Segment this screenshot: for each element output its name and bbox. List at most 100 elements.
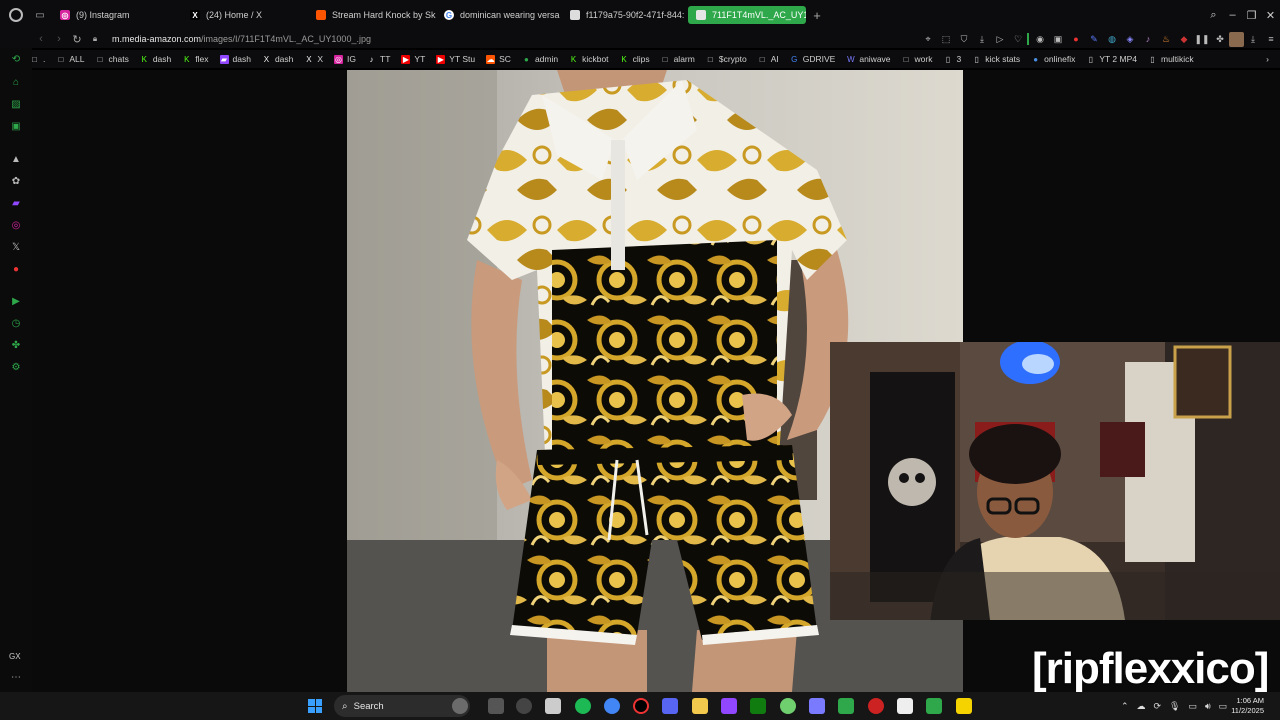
chatgpt-icon[interactable]: ✿ <box>9 174 23 188</box>
bookmark-dash[interactable]: Xdash <box>262 54 294 64</box>
twitch-icon[interactable]: ▰ <box>9 196 23 210</box>
play-icon[interactable]: ▷ <box>991 34 1009 45</box>
windows-start-icon[interactable] <box>308 699 322 713</box>
bookmark-yt-2-mp4[interactable]: ▯ YT 2 MP4 <box>1086 54 1137 64</box>
bookmark-sc[interactable]: ☁ SC <box>486 54 511 64</box>
bookmark-ai[interactable]: □ AI <box>758 54 779 64</box>
sync-icon[interactable]: ⟳ <box>1154 701 1162 712</box>
bookmark-ig[interactable]: ◎ IG <box>334 54 356 64</box>
tab-menu-icon[interactable]: ▭ <box>32 0 48 30</box>
microphone-icon[interactable]: 🎙︎ <box>1169 701 1180 712</box>
bookmark-onlinefix[interactable]: ● onlinefix <box>1031 54 1075 64</box>
bookmark-yt-stu[interactable]: ▶ YT Stu <box>436 54 475 64</box>
snapshot-icon[interactable]: ⬚ <box>937 34 955 45</box>
bookmark-work[interactable]: □ work <box>902 54 933 64</box>
clock[interactable]: 1:06 AM 11/2/2025 <box>1231 696 1264 716</box>
aria-icon[interactable]: ▲ <box>9 152 23 166</box>
history-icon[interactable]: ◷ <box>9 316 23 330</box>
restore-icon[interactable]: ❐ <box>1242 9 1261 22</box>
bookmark-tt[interactable]: ♪ TT <box>367 54 391 64</box>
bookmark-all[interactable]: □ ALL <box>56 54 84 64</box>
tab-page[interactable]: f1179a75-90f2-471f-844: <box>562 0 688 30</box>
profile-avatar[interactable] <box>1229 31 1244 47</box>
bookmark-3[interactable]: ▯ 3 <box>943 54 961 64</box>
extension-2-icon[interactable]: ▣ <box>1049 34 1067 45</box>
heart-icon[interactable]: ♡ <box>1009 34 1027 45</box>
bookmark-aniwave[interactable]: Waniwave <box>846 54 890 64</box>
opera-gx-logo-icon[interactable] <box>0 0 32 30</box>
bookmarks-overflow-icon[interactable]: › <box>1266 54 1269 64</box>
settings-icon[interactable]: ⚙ <box>9 360 23 374</box>
tab-x-home[interactable]: X (24) Home / X <box>182 0 308 30</box>
bookmark-multikick[interactable]: ▯ multikick <box>1148 54 1193 64</box>
bookmark-yt[interactable]: ▶ YT <box>401 54 425 64</box>
steam-icon[interactable] <box>516 698 532 714</box>
bookmark-admin[interactable]: ● admin <box>522 54 558 64</box>
tab-google-search[interactable]: G dominican wearing versa <box>436 0 562 30</box>
bookmark-kickbot[interactable]: Kkickbot <box>569 54 609 64</box>
more-icon[interactable]: ⋯ <box>9 670 23 684</box>
capcut-icon[interactable] <box>897 698 913 714</box>
tab-image-active[interactable]: 711F1T4mVL._AC_UY100 <box>688 6 806 24</box>
shield-icon[interactable]: ⛉ <box>955 34 973 45</box>
app-icon[interactable] <box>545 698 561 714</box>
gx-label[interactable]: GX <box>9 652 21 661</box>
instagram-icon[interactable]: ◎ <box>9 218 23 232</box>
extension-1-icon[interactable]: ◉ <box>1031 34 1049 45</box>
extension-8-icon[interactable]: ♨ <box>1157 34 1175 45</box>
bookmark-dot[interactable]: □. <box>30 54 45 64</box>
new-tab-button[interactable]: + <box>810 8 824 23</box>
spotify-icon[interactable] <box>575 698 591 714</box>
extension-4-icon[interactable]: ✎ <box>1085 34 1103 45</box>
xbox-icon[interactable] <box>750 698 766 714</box>
spreadsheet-icon[interactable] <box>838 698 854 714</box>
music-icon[interactable]: ▣ <box>9 119 23 133</box>
taskbar-search[interactable]: ⌕ Search <box>334 695 470 717</box>
x-icon[interactable]: 𝕏 <box>9 240 23 254</box>
cleaner-icon[interactable]: ▨ <box>9 97 23 111</box>
bookmark-clips[interactable]: Kclips <box>620 54 649 64</box>
discord-icon[interactable] <box>662 698 678 714</box>
forward-icon[interactable]: › <box>50 33 68 45</box>
url-field[interactable]: m.media-amazon.com/images/I/711F1T4mVL._… <box>112 34 371 44</box>
extension-7-icon[interactable]: ♪ <box>1139 34 1157 44</box>
obs-icon[interactable] <box>868 698 884 714</box>
pin-icon[interactable]: ⌖ <box>919 34 937 45</box>
bookmark-alarm[interactable]: □ alarm <box>661 54 695 64</box>
task-view-icon[interactable] <box>488 698 504 714</box>
twitch-app-icon[interactable] <box>721 698 737 714</box>
bookmark-kick-stats[interactable]: ▯ kick stats <box>972 54 1021 64</box>
extension-3-icon[interactable]: ● <box>1067 34 1085 44</box>
tray-chevron-icon[interactable]: ⌃ <box>1121 701 1129 712</box>
reload-icon[interactable]: ↻ <box>68 33 86 46</box>
volume-icon[interactable]: 🔊︎ <box>1205 701 1211 712</box>
gx-corner-icon[interactable]: ⌂ <box>9 75 23 89</box>
bookmark-gdrive[interactable]: G GDRIVE <box>790 54 835 64</box>
battery-icon[interactable]: ▭ <box>1219 701 1228 712</box>
close-icon[interactable]: ✕ <box>1261 9 1280 22</box>
onedrive-icon[interactable]: ☁ <box>1137 701 1146 712</box>
extension-9-icon[interactable]: ◆ <box>1175 34 1193 45</box>
display-icon[interactable]: ▭ <box>1188 701 1197 712</box>
bookmark-dash[interactable]: ▰ dash <box>219 54 251 64</box>
pause-icon[interactable]: ❚❚ <box>1193 34 1211 45</box>
green-app-icon[interactable] <box>780 698 796 714</box>
extensions-icon[interactable]: ✤ <box>9 338 23 352</box>
bookmark-flex[interactable]: Kflex <box>182 54 208 64</box>
downloads-icon[interactable]: ⤓ <box>1244 34 1262 45</box>
back-icon[interactable]: ‹ <box>32 33 50 45</box>
search-highlight-icon[interactable] <box>452 698 468 714</box>
download-arrow-icon[interactable]: ⤓ <box>973 34 991 45</box>
file-explorer-icon[interactable] <box>692 698 708 714</box>
extension-5-icon[interactable]: ◍ <box>1103 34 1121 45</box>
extension-6-icon[interactable]: ◈ <box>1121 34 1139 45</box>
menu-icon[interactable]: ≡ <box>1262 34 1280 44</box>
extensions-puzzle-icon[interactable]: ✤ <box>1211 34 1229 45</box>
chrome-icon[interactable] <box>604 698 620 714</box>
search-tabs-icon[interactable]: ⌕ <box>1204 9 1223 22</box>
app-green-icon[interactable] <box>926 698 942 714</box>
minimize-icon[interactable]: – <box>1223 9 1242 21</box>
bookmark--crypto[interactable]: □ $crypto <box>706 54 747 64</box>
player-icon[interactable]: ▶ <box>9 294 23 308</box>
bookmark-chats[interactable]: □ chats <box>96 54 129 64</box>
